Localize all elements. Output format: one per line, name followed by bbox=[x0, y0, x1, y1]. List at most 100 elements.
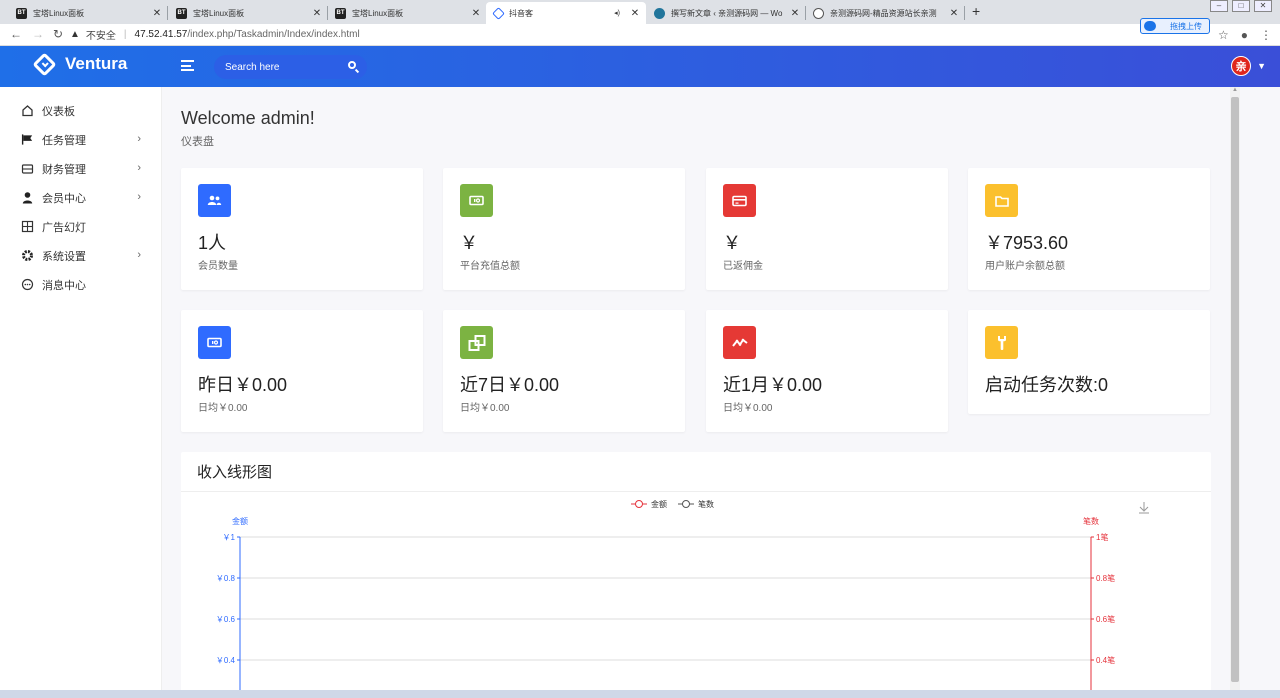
stat-label: 平台充值总额 bbox=[460, 261, 520, 272]
trend-icon bbox=[723, 326, 756, 359]
url-field[interactable]: ▲ 不安全 | 47.52.41.57/index.php/Taskadmin/… bbox=[70, 27, 360, 42]
wallet-icon bbox=[21, 162, 34, 175]
maximize-icon[interactable]: □ bbox=[1232, 0, 1250, 12]
browser-tab[interactable]: BT 宝塔Linux面板 ✕ bbox=[8, 2, 168, 24]
card-icon bbox=[723, 184, 756, 217]
close-tab-icon[interactable]: ✕ bbox=[310, 8, 324, 19]
search-box bbox=[214, 55, 367, 79]
legend-marker bbox=[635, 500, 643, 508]
speaker-icon[interactable]: ◂) bbox=[610, 9, 624, 17]
sidebar: 仪表板 任务管理 › 财务管理 › 会员中心 › 广告幻灯 系统设置 › 消息中心 bbox=[0, 87, 162, 698]
sidebar-item[interactable]: 财务管理 › bbox=[0, 154, 161, 183]
sidebar-item[interactable]: 广告幻灯 bbox=[0, 212, 161, 241]
stat-label: 日均￥0.00 bbox=[723, 403, 773, 414]
grid-icon bbox=[21, 220, 34, 233]
stat-value: 启动任务次数:0 bbox=[985, 375, 1109, 395]
tab-title: 撰写新文章 ‹ 亲测源码网 — Wo bbox=[671, 8, 783, 18]
browser-tab[interactable]: 亲测源码网-精品资源站长亲测 ✕ bbox=[805, 2, 965, 24]
y-axis-right-title: 笔数 bbox=[1083, 516, 1099, 526]
y-right-tick-label: 0.4笔 bbox=[1096, 655, 1115, 665]
sidebar-item[interactable]: 仪表板 bbox=[0, 96, 161, 125]
brand-logo[interactable]: Ventura bbox=[32, 51, 127, 77]
wordpress-icon bbox=[654, 7, 665, 19]
search-icon[interactable] bbox=[348, 61, 356, 69]
sidebar-item-label: 会员中心 bbox=[42, 192, 86, 205]
legend-label: 笔数 bbox=[698, 499, 714, 509]
minimize-icon[interactable]: – bbox=[1210, 0, 1228, 12]
address-bar: ← → ↻ ▲ 不安全 | 47.52.41.57/index.php/Task… bbox=[0, 24, 1280, 46]
scrollbar-thumb[interactable] bbox=[1231, 97, 1239, 682]
browser-tab[interactable]: BT 宝塔Linux面板 ✕ bbox=[168, 2, 328, 24]
message-icon bbox=[21, 278, 34, 291]
download-icon[interactable] bbox=[1139, 502, 1149, 514]
close-tab-icon[interactable]: ✕ bbox=[469, 8, 483, 19]
stat-value: 近1月￥0.00 bbox=[723, 375, 823, 395]
close-window-icon[interactable]: ✕ bbox=[1254, 0, 1272, 12]
wrench-icon bbox=[985, 326, 1018, 359]
sidebar-item-label: 消息中心 bbox=[42, 279, 86, 292]
flag-icon bbox=[21, 133, 34, 146]
stat-label: 会员数量 bbox=[198, 261, 238, 272]
sidebar-item[interactable]: 任务管理 › bbox=[0, 125, 161, 154]
reload-icon[interactable]: ↻ bbox=[53, 27, 63, 41]
menu-toggle-icon[interactable] bbox=[181, 60, 194, 71]
chevron-right-icon: › bbox=[137, 162, 141, 174]
y-left-tick-label: ￥0.6 bbox=[216, 615, 236, 624]
users-icon bbox=[198, 184, 231, 217]
stat-card: 1人 会员数量 bbox=[181, 168, 423, 290]
stat-card: 近7日￥0.00 日均￥0.00 bbox=[443, 310, 685, 432]
y-right-tick-label: 1笔 bbox=[1096, 532, 1108, 542]
browser-tab[interactable]: 抖音客 ◂) ✕ bbox=[486, 2, 646, 24]
tab-divider bbox=[964, 6, 965, 20]
browser-tab[interactable]: BT 宝塔Linux面板 ✕ bbox=[327, 2, 487, 24]
app-header: Ventura 亲 ▼ bbox=[0, 46, 1280, 87]
tab-title: 宝塔Linux面板 bbox=[352, 8, 404, 18]
stat-label: 日均￥0.00 bbox=[198, 403, 248, 414]
upload-extension-button[interactable]: 拖拽上传 bbox=[1140, 18, 1210, 34]
scroll-up-icon[interactable]: ▲ bbox=[1232, 87, 1238, 93]
forward-icon[interactable]: → bbox=[32, 27, 44, 41]
income-line-chart: 金额 笔数金额 笔数￥1 1笔￥0.8 0.8笔￥0.6 0.6笔￥0.4 0.4笔 bbox=[216, 499, 1149, 698]
legend-marker bbox=[682, 500, 690, 508]
stat-card: 近1月￥0.00 日均￥0.00 bbox=[706, 310, 948, 432]
chevron-down-icon[interactable]: ▼ bbox=[1257, 61, 1266, 71]
chart-card-title: 收入线形图 bbox=[181, 452, 1211, 492]
ventura-icon bbox=[492, 6, 505, 20]
search-input[interactable] bbox=[225, 61, 335, 73]
chevron-right-icon: › bbox=[137, 249, 141, 261]
browser-tab[interactable]: 撰写新文章 ‹ 亲测源码网 — Wo ✕ bbox=[646, 2, 806, 24]
user-icon bbox=[21, 191, 34, 204]
sidebar-item-label: 系统设置 bbox=[42, 250, 86, 263]
account-icon[interactable]: ● bbox=[1241, 28, 1248, 42]
avatar[interactable]: 亲 bbox=[1231, 56, 1252, 76]
back-icon[interactable]: ← bbox=[10, 27, 22, 41]
stat-value: 昨日￥0.00 bbox=[198, 375, 288, 395]
sidebar-item-label: 广告幻灯 bbox=[42, 221, 86, 234]
close-tab-icon[interactable]: ✕ bbox=[150, 8, 164, 19]
stat-card: ￥7953.60 用户账户余额总额 bbox=[968, 168, 1210, 290]
sidebar-item-label: 任务管理 bbox=[42, 134, 86, 147]
sidebar-item[interactable]: 系统设置 › bbox=[0, 241, 161, 270]
sidebar-item[interactable]: 消息中心 bbox=[0, 270, 161, 299]
new-tab-button[interactable]: + bbox=[972, 3, 980, 19]
sidebar-item-label: 仪表板 bbox=[42, 105, 75, 118]
sidebar-item[interactable]: 会员中心 › bbox=[0, 183, 161, 212]
stat-card: ￥ 已返佣金 bbox=[706, 168, 948, 290]
window-controls: – □ ✕ bbox=[1210, 0, 1272, 12]
page-scrollbar[interactable]: ▲ bbox=[1230, 87, 1240, 698]
star-icon[interactable]: ☆ bbox=[1218, 28, 1229, 42]
close-tab-icon[interactable]: ✕ bbox=[788, 8, 802, 19]
stat-card: 启动任务次数:0 bbox=[968, 310, 1210, 414]
gear-icon bbox=[21, 249, 34, 262]
menu-dots-icon[interactable]: ⋮ bbox=[1260, 28, 1272, 42]
folder-icon bbox=[985, 184, 1018, 217]
close-tab-icon[interactable]: ✕ bbox=[947, 8, 961, 19]
tab-title: 宝塔Linux面板 bbox=[33, 8, 85, 18]
home-icon bbox=[21, 104, 34, 117]
close-tab-icon[interactable]: ✕ bbox=[628, 8, 642, 19]
tab-title: 抖音客 bbox=[509, 8, 533, 18]
user-menu[interactable]: 亲 ▼ bbox=[1231, 56, 1266, 76]
globe-icon bbox=[813, 7, 824, 19]
ventura-logo-icon bbox=[32, 51, 57, 77]
stat-card: 昨日￥0.00 日均￥0.00 bbox=[181, 310, 423, 432]
